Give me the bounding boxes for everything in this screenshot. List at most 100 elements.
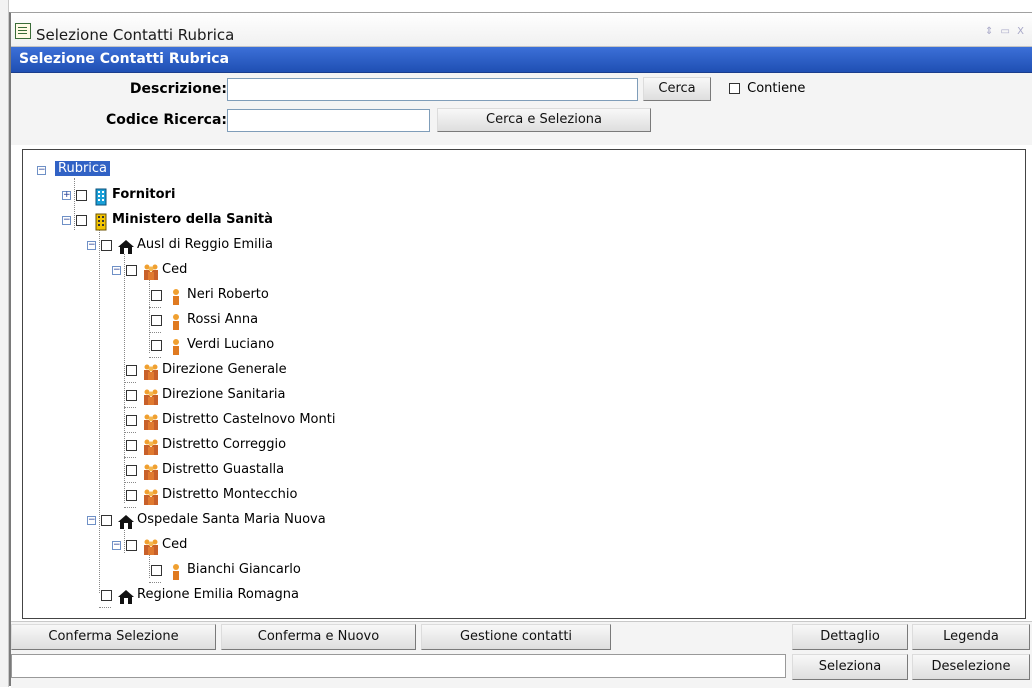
legenda-button[interactable]: Legenda [912, 624, 1030, 650]
node-label: Rossi Anna [187, 312, 259, 327]
panel-title: Selezione Contatti Rubrica [19, 51, 230, 67]
node-checkbox[interactable] [126, 540, 137, 551]
node-checkbox[interactable] [126, 465, 137, 476]
node-checkbox[interactable] [151, 315, 162, 326]
person-icon [173, 289, 179, 305]
building-yellow-icon [95, 213, 107, 231]
collapse-icon[interactable]: − [62, 216, 71, 225]
group-icon [144, 414, 158, 430]
group-icon [144, 464, 158, 480]
building-blue-icon [95, 188, 107, 206]
node-label: Ced [162, 262, 188, 277]
node-label: Distretto Guastalla [162, 462, 285, 477]
node-label: Bianchi Giancarlo [187, 562, 301, 577]
descrizione-input[interactable] [227, 78, 638, 101]
codice-ricerca-input[interactable] [227, 109, 430, 132]
descrizione-label: Descrizione: [129, 81, 227, 97]
contiene-label: Contiene [747, 81, 806, 96]
node-checkbox[interactable] [126, 440, 137, 451]
tree-line [124, 432, 136, 433]
tree-line [149, 357, 161, 358]
group-icon [144, 439, 158, 455]
conferma-e-nuovo-button[interactable]: Conferma e Nuovo [221, 624, 416, 650]
node-checkbox[interactable] [126, 265, 137, 276]
node-label: Ced [162, 537, 188, 552]
person-icon [173, 564, 179, 580]
collapse-icon[interactable]: − [87, 241, 96, 250]
node-checkbox[interactable] [126, 365, 137, 376]
node-checkbox[interactable] [126, 415, 137, 426]
tree-line [124, 457, 136, 458]
search-area: Descrizione: Cerca Contiene Codice Ricer… [11, 73, 1032, 145]
node-label: Distretto Correggio [162, 437, 287, 452]
tree-line [74, 178, 75, 230]
tree-line [124, 407, 136, 408]
node-checkbox[interactable] [151, 290, 162, 301]
node-label: Direzione Generale [162, 362, 287, 377]
node-checkbox[interactable] [151, 340, 162, 351]
window-title: Selezione Contatti Rubrica [36, 26, 235, 44]
node-label: Distretto Montecchio [162, 487, 298, 502]
conferma-selezione-button[interactable]: Conferma Selezione [11, 624, 216, 650]
cerca-button[interactable]: Cerca [643, 77, 711, 101]
rubrica-tree[interactable]: − Rubrica + Fornitori − Ministero della … [22, 149, 1026, 619]
seleziona-button[interactable]: Seleziona [792, 654, 908, 680]
dettaglio-button[interactable]: Dettaglio [792, 624, 908, 650]
node-label: Direzione Sanitaria [162, 387, 286, 402]
person-icon [173, 314, 179, 330]
node-checkbox[interactable] [76, 215, 87, 226]
group-icon [144, 389, 158, 405]
collapse-icon[interactable]: − [112, 541, 121, 550]
collapse-icon[interactable]: − [87, 516, 96, 525]
tree-line [149, 332, 161, 333]
status-line [11, 654, 786, 678]
node-checkbox[interactable] [151, 565, 162, 576]
node-checkbox[interactable] [126, 390, 137, 401]
tree-line [149, 278, 150, 353]
node-label: Regione Emilia Romagna [137, 587, 299, 602]
tree-root-label[interactable]: Rubrica [55, 161, 111, 176]
collapse-icon[interactable]: − [37, 166, 46, 175]
node-checkbox[interactable] [101, 515, 112, 526]
dialog-window: Selezione Contatti Rubrica ⇕ ▭ X Selezio… [9, 12, 1032, 688]
node-checkbox[interactable] [101, 240, 112, 251]
group-icon [144, 264, 158, 280]
node-label: Ausl di Reggio Emilia [137, 237, 273, 252]
contiene-checkbox[interactable]: Contiene [729, 81, 805, 96]
deselezione-button[interactable]: Deselezione [912, 654, 1030, 680]
node-label: Neri Roberto [187, 287, 269, 302]
node-checkbox[interactable] [126, 490, 137, 501]
node-label: Fornitori [112, 187, 176, 202]
node-label: Ospedale Santa Maria Nuova [137, 512, 326, 527]
house-icon [118, 515, 134, 529]
background-app-edge [0, 0, 9, 687]
cerca-e-seleziona-button[interactable]: Cerca e Seleziona [437, 108, 651, 132]
tree-line [124, 528, 125, 553]
tree-line [99, 228, 100, 593]
expand-icon[interactable]: + [62, 191, 71, 200]
panel-header: Selezione Contatti Rubrica [11, 47, 1032, 73]
node-label: Ministero della Sanità [112, 212, 273, 227]
person-icon [173, 339, 179, 355]
contiene-box[interactable] [729, 83, 740, 94]
house-icon [118, 590, 134, 604]
tree-line [149, 582, 161, 583]
tree-line [149, 307, 161, 308]
tree-line [124, 382, 136, 383]
collapse-icon[interactable]: − [112, 266, 121, 275]
node-checkbox[interactable] [101, 590, 112, 601]
tree-line [99, 607, 111, 608]
node-checkbox[interactable] [76, 190, 87, 201]
house-icon [118, 240, 134, 254]
window-titlebar: Selezione Contatti Rubrica ⇕ ▭ X [11, 13, 1032, 47]
gestione-contatti-button[interactable]: Gestione contatti [421, 624, 611, 650]
tree-line [149, 553, 150, 578]
notepad-icon [15, 23, 31, 39]
group-icon [144, 539, 158, 555]
node-label: Verdi Luciano [187, 337, 275, 352]
node-label: Distretto Castelnovo Monti [162, 412, 336, 427]
tree-line [124, 482, 136, 483]
tree-line [124, 253, 125, 503]
group-icon [144, 364, 158, 380]
window-controls[interactable]: ⇕ ▭ X [985, 26, 1026, 37]
